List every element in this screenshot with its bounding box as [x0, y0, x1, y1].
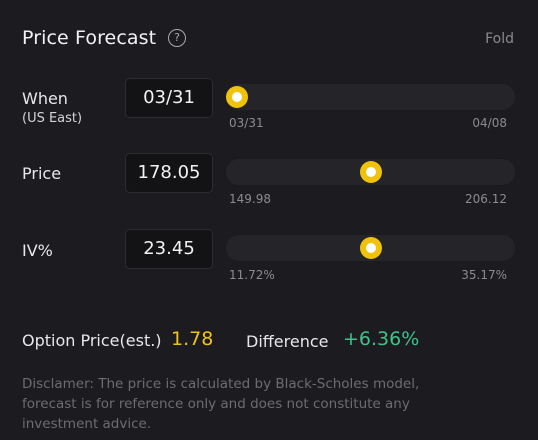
- iv-slider-track[interactable]: [226, 235, 515, 261]
- difference-value: +6.36%: [343, 328, 420, 350]
- iv-label: IV%: [22, 241, 53, 260]
- iv-field[interactable]: 23.45: [125, 229, 213, 269]
- when-timezone-label: (US East): [22, 111, 83, 126]
- price-range-min: 149.98: [229, 192, 271, 206]
- iv-slider-knob[interactable]: [359, 237, 382, 259]
- when-range-min: 03/31: [229, 116, 264, 130]
- price-field[interactable]: 178.05: [125, 153, 213, 193]
- price-label: Price: [22, 164, 62, 183]
- when-date-field[interactable]: 03/31: [125, 78, 213, 118]
- option-price-label: Option Price(est.): [22, 331, 162, 350]
- option-price-value: 1.78: [171, 328, 214, 350]
- fold-button[interactable]: Fold: [485, 31, 514, 47]
- price-slider-knob[interactable]: [359, 161, 382, 183]
- iv-range-min: 11.72%: [229, 268, 275, 282]
- when-slider-track[interactable]: [226, 84, 515, 110]
- when-label: When: [22, 89, 68, 108]
- disclaimer-text: Disclamer: The price is calculated by Bl…: [22, 376, 420, 432]
- difference-label: Difference: [246, 332, 329, 351]
- when-range-max: 04/08: [472, 116, 507, 130]
- price-slider-track[interactable]: [226, 159, 515, 185]
- price-range-max: 206.12: [465, 192, 507, 206]
- panel-title: Price Forecast: [22, 27, 157, 49]
- help-icon[interactable]: ?: [168, 29, 186, 47]
- price-forecast-panel: Price Forecast ? Fold When (US East) 03/…: [0, 0, 538, 440]
- when-slider-knob[interactable]: [226, 86, 248, 108]
- iv-range-max: 35.17%: [461, 268, 507, 282]
